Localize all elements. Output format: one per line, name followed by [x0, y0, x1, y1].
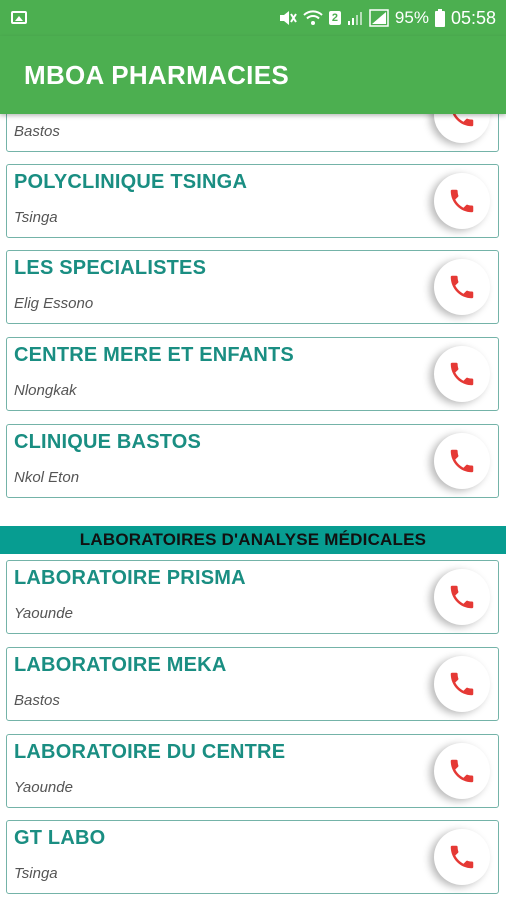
phone-icon [450, 585, 474, 609]
list-item-location: Nlongkak [14, 382, 77, 399]
phone-icon [450, 189, 474, 213]
clock: 05:58 [450, 7, 496, 28]
list-item-name: LABORATOIRE DU CENTRE [14, 741, 286, 763]
call-button[interactable] [434, 829, 490, 885]
list-item[interactable]: LABORATOIRE MEKA Bastos [6, 647, 499, 721]
signal-icon [369, 9, 389, 27]
phone-icon [450, 759, 474, 783]
call-button[interactable] [434, 259, 490, 315]
signal-weak-icon [347, 10, 363, 26]
app-title: MBOA PHARMACIES [24, 60, 289, 90]
phone-icon [450, 362, 474, 386]
phone-icon [450, 275, 474, 299]
list-item[interactable]: GT LABO Tsinga [6, 820, 499, 894]
call-button[interactable] [434, 173, 490, 229]
call-button[interactable] [434, 743, 490, 799]
list-item[interactable]: POLYCLINIQUE TSINGA Tsinga [6, 164, 499, 238]
list-item-location: Tsinga [14, 209, 58, 226]
phone-icon [450, 845, 474, 869]
battery-icon [434, 9, 445, 27]
phone-icon [450, 672, 474, 696]
list-item[interactable]: LABORATOIRE PRISMA Yaounde [6, 560, 499, 634]
list-item-location: Bastos [14, 692, 60, 709]
list-item-location: Elig Essono [14, 295, 94, 312]
battery-percent: 95% [394, 8, 429, 27]
status-bar: 2 95% 05:58 [0, 0, 506, 36]
status-icons: 2 95% 05:58 [279, 0, 496, 36]
call-button[interactable] [434, 433, 490, 489]
image-notification-icon [11, 11, 27, 24]
list-item-name: LABORATOIRE PRISMA [14, 567, 246, 589]
mute-icon [279, 10, 297, 26]
list-item[interactable]: LES SPECIALISTES Elig Essono [6, 250, 499, 324]
wifi-icon [303, 10, 323, 26]
list-item-location: Nkol Eton [14, 469, 80, 486]
list-item-name: CENTRE MERE ET ENFANTS [14, 344, 294, 366]
list-item-location: Tsinga [14, 865, 58, 882]
list-item-name: LES SPECIALISTES [14, 257, 207, 279]
list-item[interactable]: CLINIQUE BASTOS Nkol Eton [6, 424, 499, 498]
call-button[interactable] [434, 569, 490, 625]
section-header: LABORATOIRES D'ANALYSE MÉDICALES [0, 526, 506, 554]
call-button[interactable] [434, 346, 490, 402]
list-item-location: Yaounde [14, 605, 73, 622]
list-item-name: LABORATOIRE MEKA [14, 654, 227, 676]
app-bar: MBOA PHARMACIES [0, 36, 506, 114]
list-item-name: POLYCLINIQUE TSINGA [14, 171, 248, 193]
list-item[interactable]: LABORATOIRE DU CENTRE Yaounde [6, 734, 499, 808]
phone-icon [450, 449, 474, 473]
list-item[interactable]: CENTRE MERE ET ENFANTS Nlongkak [6, 337, 499, 411]
list-item-name: GT LABO [14, 827, 106, 849]
list-item-name: CLINIQUE BASTOS [14, 431, 202, 453]
call-button[interactable] [434, 656, 490, 712]
sim-badge: 2 [328, 11, 341, 25]
list-item-location: Bastos [14, 123, 60, 140]
list-item-location: Yaounde [14, 779, 73, 796]
